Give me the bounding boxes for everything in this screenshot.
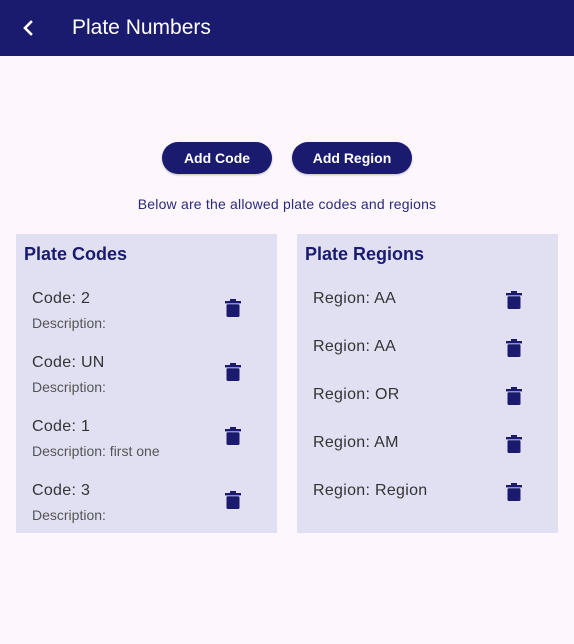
- add-code-button[interactable]: Add Code: [162, 142, 272, 174]
- trash-icon: [506, 435, 522, 453]
- code-label: Code: 2: [32, 290, 91, 307]
- code-list-item: Code: 2 Description:: [32, 288, 252, 333]
- trash-icon: [506, 339, 522, 357]
- delete-code-button[interactable]: [223, 297, 243, 319]
- code-description: Description:: [32, 379, 106, 395]
- delete-region-button[interactable]: [504, 289, 524, 311]
- arrow-back-icon: [23, 20, 33, 36]
- plate-codes-panel: Plate Codes Code: 2 Description: Code: U…: [16, 234, 277, 533]
- code-list-item: Code: UN Description:: [32, 352, 252, 397]
- trash-icon: [225, 299, 241, 317]
- app-bar: Plate Numbers: [0, 0, 574, 56]
- region-list-item: Region: AA: [313, 336, 533, 358]
- delete-region-button[interactable]: [504, 337, 524, 359]
- trash-icon: [506, 483, 522, 501]
- info-text: Below are the allowed plate codes and re…: [137, 196, 437, 212]
- region-list-item: Region: AM: [313, 432, 533, 454]
- region-list-item: Region: OR: [313, 384, 533, 406]
- region-label: Region: AM: [313, 434, 399, 451]
- code-label: Code: 1: [32, 418, 91, 435]
- region-list-item: Region: Region: [313, 480, 533, 502]
- code-description: Description:: [32, 315, 106, 331]
- delete-region-button[interactable]: [504, 433, 524, 455]
- delete-code-button[interactable]: [223, 489, 243, 511]
- trash-icon: [225, 491, 241, 509]
- trash-icon: [506, 387, 522, 405]
- back-button[interactable]: [14, 14, 42, 42]
- delete-region-button[interactable]: [504, 385, 524, 407]
- region-list-item: Region: AA: [313, 288, 533, 310]
- trash-icon: [225, 427, 241, 445]
- code-list-item: Code: 1 Description: first one: [32, 416, 252, 461]
- plate-regions-title: Plate Regions: [305, 244, 425, 264]
- region-label: Region: AA: [313, 290, 397, 307]
- page-title: Plate Numbers: [72, 16, 211, 39]
- plate-regions-panel: Plate Regions Region: AA Region: AA Regi…: [297, 234, 558, 533]
- trash-icon: [506, 291, 522, 309]
- delete-code-button[interactable]: [223, 425, 243, 447]
- region-label: Region: OR: [313, 386, 400, 403]
- region-label: Region: AA: [313, 338, 397, 355]
- delete-code-button[interactable]: [223, 361, 243, 383]
- code-description: Description:: [32, 507, 106, 523]
- code-label: Code: UN: [32, 354, 105, 371]
- region-label: Region: Region: [313, 482, 428, 499]
- code-label: Code: 3: [32, 482, 91, 499]
- delete-region-button[interactable]: [504, 481, 524, 503]
- add-region-button[interactable]: Add Region: [292, 142, 412, 174]
- code-list-item: Code: 3 Description:: [32, 480, 252, 525]
- trash-icon: [225, 363, 241, 381]
- plate-codes-title: Plate Codes: [24, 244, 128, 264]
- code-description: Description: first one: [32, 443, 160, 459]
